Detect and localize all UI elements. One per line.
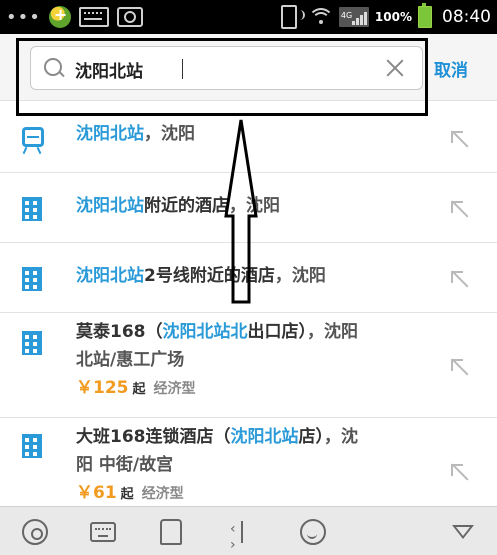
list-item[interactable]: 莫泰168（沈阳北站北出口店），沈阳 北站/惠工广场 ￥125 起经济型 bbox=[0, 313, 497, 418]
city-text: ，沈阳 bbox=[274, 266, 326, 286]
list-item-title: 沈阳北站附近的酒店，沈阳 bbox=[76, 193, 441, 220]
hotel-name-prefix: 大班168连锁酒店（ bbox=[76, 427, 231, 447]
hotel-name-suffix: 店） bbox=[298, 427, 325, 447]
suggestion-list: 沈阳北站，沈阳 沈阳北站附近的酒店，沈阳 沈阳北站2号线附近的酒店，沈阳 莫泰1… bbox=[0, 101, 497, 518]
hide-keyboard-icon[interactable] bbox=[452, 525, 474, 539]
app-notification-icon bbox=[48, 5, 71, 28]
price-from-label: 起 bbox=[132, 382, 146, 397]
keyboard-icon bbox=[78, 7, 109, 27]
city-text: ，沈阳 bbox=[144, 124, 195, 144]
subway-legs bbox=[20, 147, 46, 153]
battery-percent: 100% bbox=[374, 10, 412, 24]
overflow-dots: ••• bbox=[6, 6, 41, 28]
keyboard-layout-icon[interactable] bbox=[90, 522, 116, 542]
list-item-title: 沈阳北站2号线附近的酒店，沈阳 bbox=[76, 263, 441, 290]
list-item-title: 沈阳北站，沈阳 bbox=[76, 121, 441, 148]
list-item-price-row: ￥125 起经济型 bbox=[76, 375, 441, 403]
building-icon bbox=[22, 197, 42, 221]
settings-gear-icon[interactable] bbox=[22, 519, 48, 545]
suffix-text: 附近的酒店 bbox=[144, 196, 229, 216]
list-item-location: 阳 中街/故宫 bbox=[76, 455, 174, 475]
screenshot-icon bbox=[116, 7, 143, 27]
search-input[interactable] bbox=[73, 55, 377, 83]
highlight-text: 沈阳北站 bbox=[76, 196, 144, 216]
fill-query-arrow-icon[interactable] bbox=[451, 200, 469, 218]
status-bar: ••• 4G 100% 08:40 bbox=[0, 0, 497, 34]
fill-query-arrow-icon[interactable] bbox=[451, 463, 469, 481]
hotel-type: 经济型 bbox=[153, 381, 196, 397]
search-icon bbox=[44, 58, 62, 76]
signal-icon: 4G bbox=[338, 7, 369, 27]
phone-vibrate-icon bbox=[280, 5, 305, 29]
list-item[interactable]: 大班168连锁酒店（沈阳北站店），沈 阳 中街/故宫 ￥61 起经济型 bbox=[0, 418, 497, 518]
list-item[interactable]: 沈阳北站，沈阳 bbox=[0, 101, 497, 173]
clock: 08:40 bbox=[442, 7, 491, 27]
city-text: ，沈阳 bbox=[229, 196, 280, 216]
highlight-text: 沈阳北站 bbox=[76, 124, 144, 144]
highlight-text: 沈阳北站北 bbox=[162, 322, 248, 342]
list-item[interactable]: 沈阳北站附近的酒店，沈阳 bbox=[0, 173, 497, 243]
fill-query-arrow-icon[interactable] bbox=[451, 130, 469, 148]
skin-shirt-icon[interactable] bbox=[160, 519, 182, 545]
list-item-title: 大班168连锁酒店（沈阳北站店），沈 bbox=[76, 424, 453, 451]
price: ￥61 bbox=[76, 483, 117, 503]
building-icon bbox=[22, 434, 42, 458]
hotel-name-suffix: 出口店） bbox=[247, 322, 308, 342]
list-item-title: 莫泰168（沈阳北站北出口店），沈阳 bbox=[76, 319, 453, 346]
highlight-text: 沈阳北站 bbox=[76, 266, 144, 286]
price-from-label: 起 bbox=[120, 487, 134, 502]
city-text: ，沈 bbox=[324, 427, 358, 447]
building-icon bbox=[22, 331, 42, 355]
highlight-text: 沈阳北站 bbox=[230, 427, 299, 447]
hotel-type: 经济型 bbox=[141, 486, 184, 502]
keyboard-toolbar bbox=[0, 506, 497, 555]
building-icon bbox=[22, 267, 42, 291]
emoji-icon[interactable] bbox=[300, 519, 326, 545]
network-label: 4G bbox=[340, 11, 353, 20]
subway-icon bbox=[22, 127, 44, 147]
suffix-text: 2号线附近的酒店 bbox=[144, 266, 275, 286]
clear-icon[interactable] bbox=[384, 57, 406, 79]
text-caret bbox=[182, 59, 183, 79]
wifi-icon bbox=[307, 8, 334, 26]
cursor-move-icon[interactable] bbox=[230, 519, 252, 553]
list-item[interactable]: 沈阳北站2号线附近的酒店，沈阳 bbox=[0, 243, 497, 313]
hotel-name-prefix: 莫泰168（ bbox=[76, 322, 163, 342]
search-box[interactable] bbox=[30, 46, 423, 90]
battery-icon bbox=[418, 3, 432, 28]
list-item-price-row: ￥61 起经济型 bbox=[76, 480, 441, 508]
city-text: ，沈阳 bbox=[307, 322, 358, 342]
price: ￥125 bbox=[76, 378, 129, 398]
fill-query-arrow-icon[interactable] bbox=[451, 358, 469, 376]
fill-query-arrow-icon[interactable] bbox=[451, 270, 469, 288]
list-item-location: 北站/惠工广场 bbox=[76, 350, 185, 370]
cancel-button[interactable]: 取消 bbox=[434, 56, 468, 81]
